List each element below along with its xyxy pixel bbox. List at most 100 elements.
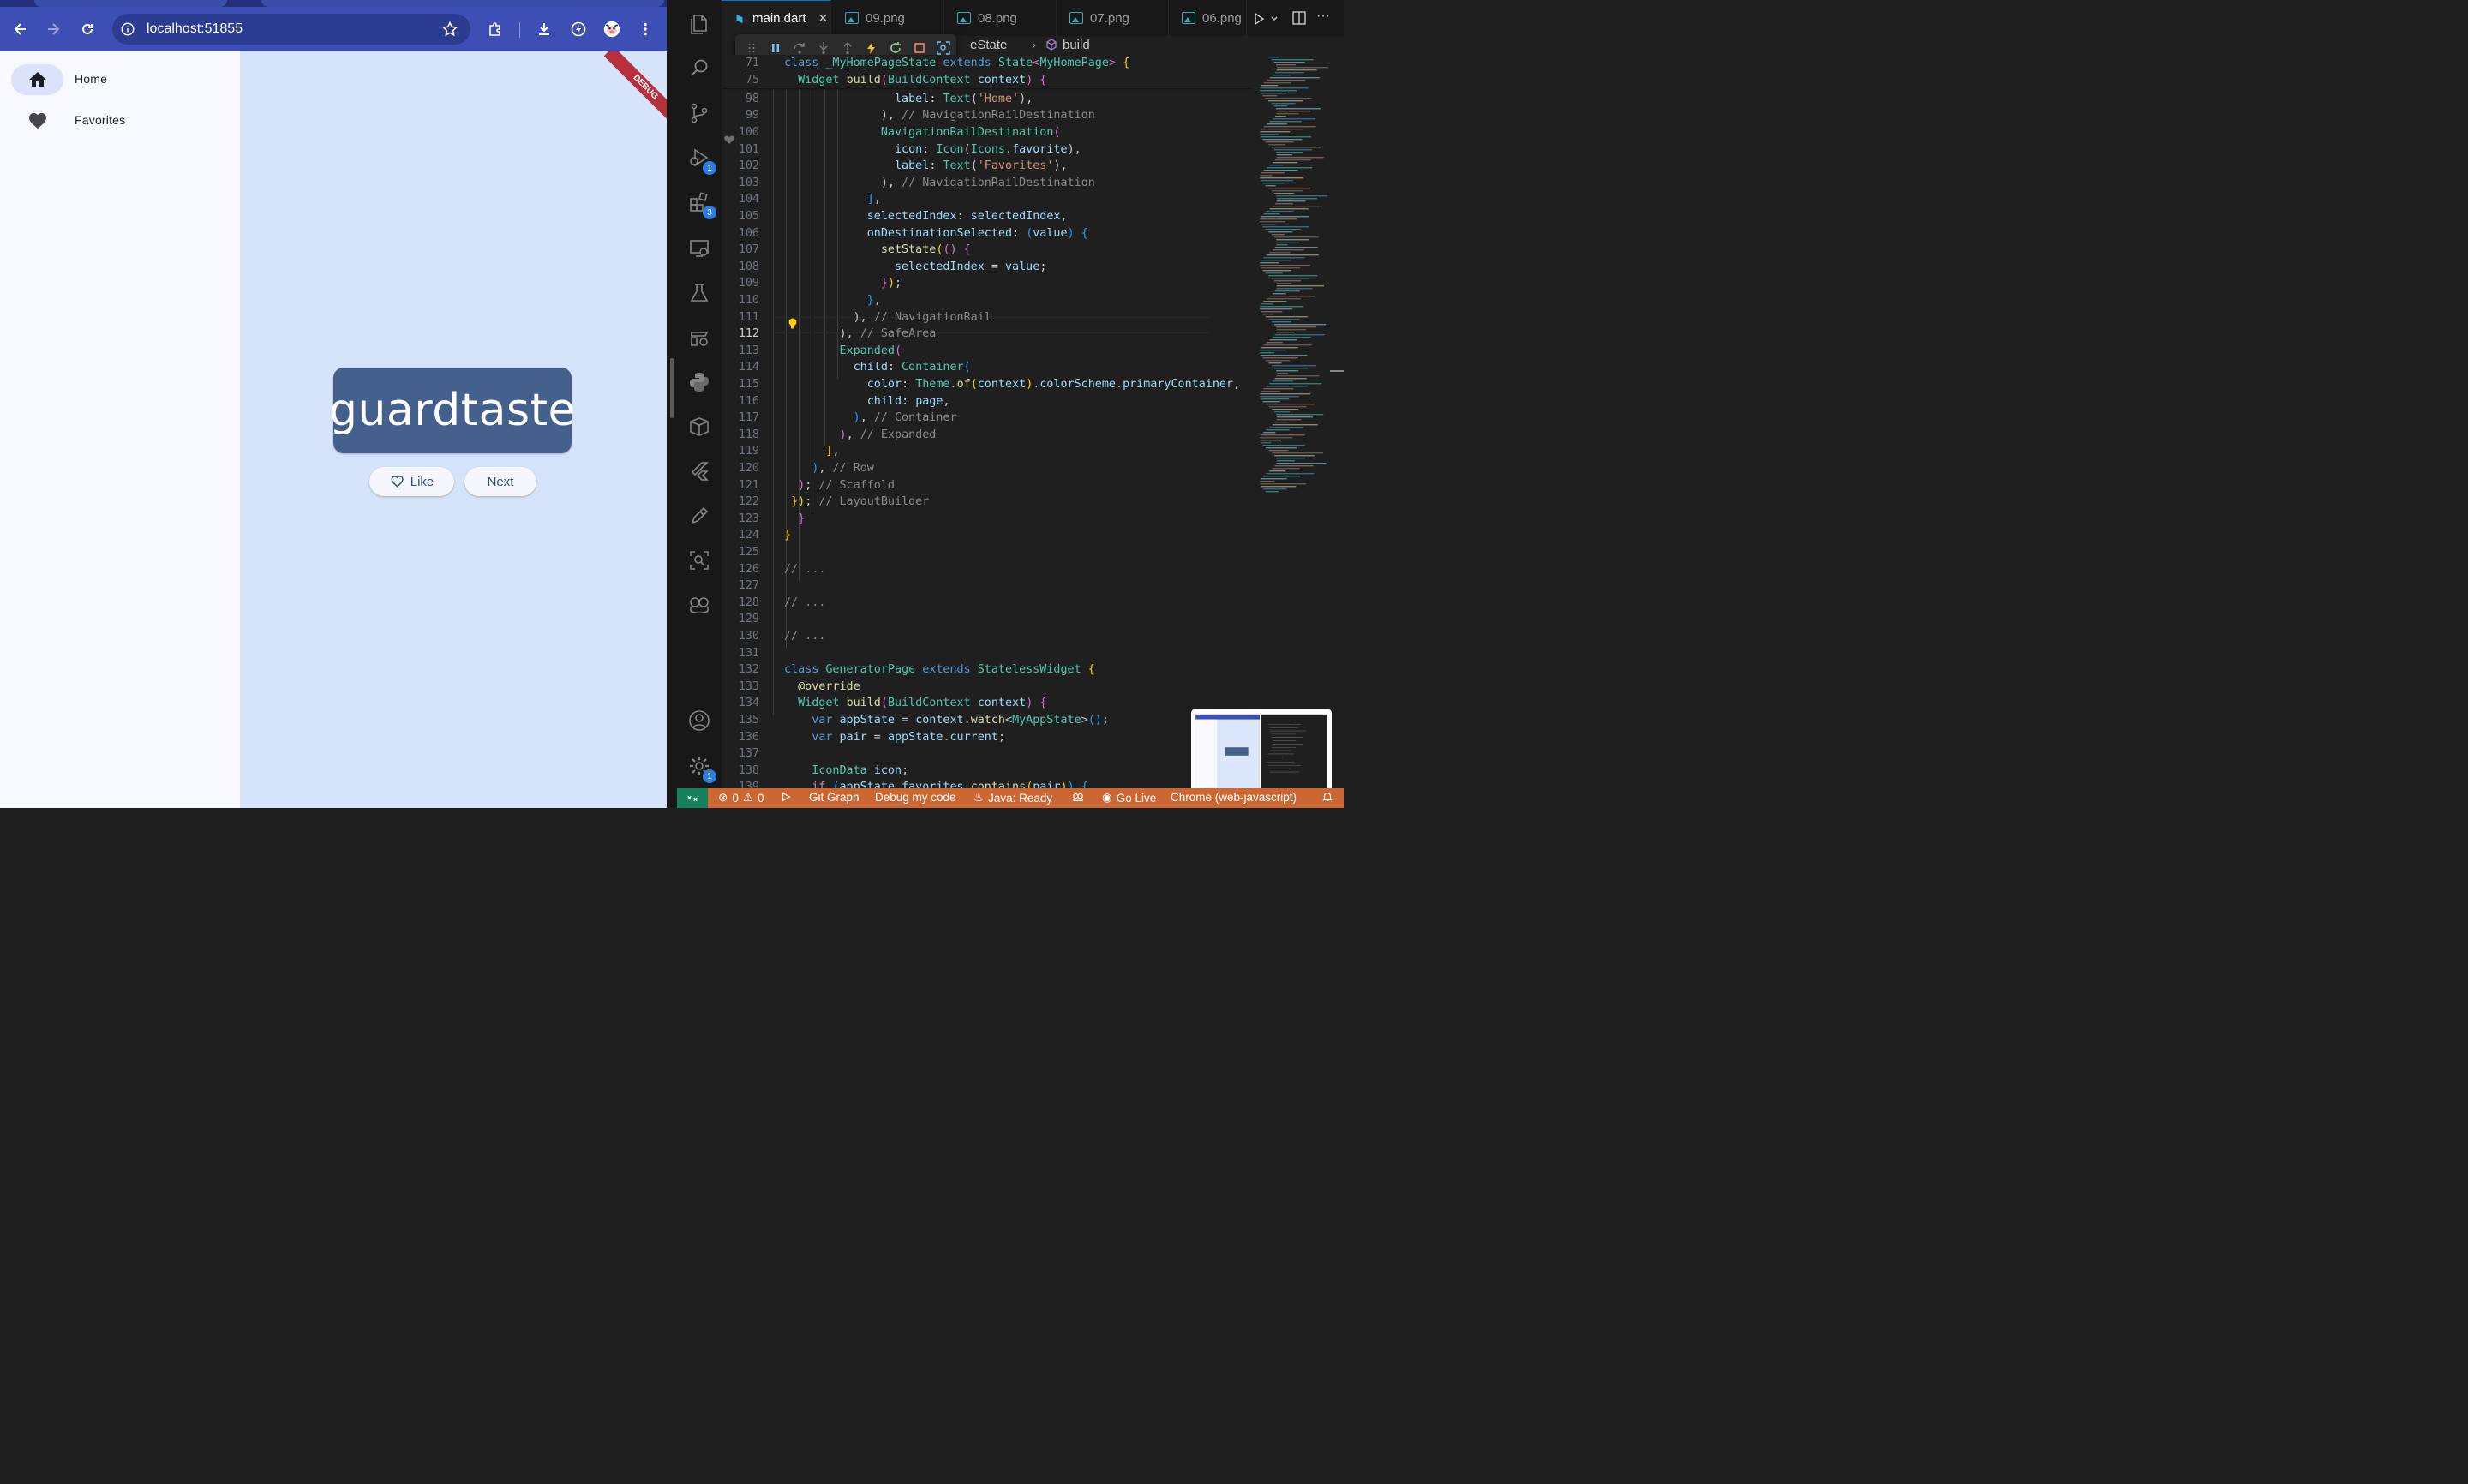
code-line[interactable]: 110 }, (722, 292, 1253, 309)
line-number[interactable]: 139 (722, 779, 759, 788)
line-number[interactable]: 115 (722, 376, 759, 393)
code-line[interactable]: 120 ), // Row (722, 460, 1253, 477)
breakpoint-heart-icon[interactable] (724, 135, 734, 145)
tab-08-png[interactable]: 08.png (945, 0, 1057, 36)
line-number[interactable]: 104 (722, 191, 759, 208)
code-line[interactable]: 137 (722, 745, 1253, 763)
code-line[interactable]: 103 ), // NavigationRailDestination (722, 175, 1253, 192)
code-line[interactable]: 130 // ... (722, 628, 1253, 645)
explorer-icon[interactable] (687, 12, 711, 36)
go-live-status[interactable]: ◉ Go Live (1102, 791, 1156, 805)
line-number[interactable]: 126 (722, 561, 759, 578)
line-number[interactable]: 133 (722, 679, 759, 696)
tab-06-png[interactable]: 06.png (1170, 0, 1247, 36)
line-number[interactable]: 108 (722, 259, 759, 276)
code-line[interactable]: 134 Widget build(BuildContext context) { (722, 695, 1253, 712)
code-line[interactable]: 131 (722, 645, 1253, 662)
line-number[interactable]: 110 (722, 292, 759, 309)
code-line[interactable]: 136 var pair = appState.current; (722, 729, 1253, 746)
like-button[interactable]: Like (369, 467, 454, 496)
code-line[interactable]: 127 (722, 577, 1253, 595)
run-dropdown-button[interactable] (1253, 10, 1280, 27)
lightbulb-icon[interactable] (787, 317, 799, 331)
source-control-icon[interactable] (687, 101, 711, 125)
notifications-bell-icon[interactable] (1321, 791, 1333, 803)
next-button[interactable]: Next (464, 467, 536, 496)
line-number[interactable]: 124 (722, 527, 759, 544)
tab-07-png[interactable]: 07.png (1057, 0, 1169, 36)
screenshot-preview-thumbnail[interactable] (1191, 709, 1332, 795)
minimap[interactable] (1256, 55, 1333, 788)
code-line[interactable]: 111 ), // NavigationRail (722, 309, 1253, 326)
profile-avatar[interactable] (598, 15, 626, 43)
browser-tab[interactable] (34, 0, 227, 7)
line-number[interactable]: 105 (722, 208, 759, 225)
bookmark-star-icon[interactable] (441, 21, 458, 38)
code-line[interactable]: 99 ), // NavigationRailDestination (722, 107, 1253, 124)
code-line[interactable]: 100 NavigationRailDestination( (722, 124, 1253, 141)
code-line[interactable]: 121 ); // Scaffold (722, 477, 1253, 494)
line-number[interactable]: 117 (722, 410, 759, 427)
address-bar[interactable]: localhost:51855 (112, 14, 470, 45)
package-icon[interactable] (687, 415, 711, 439)
code-line[interactable]: 75 Widget build(BuildContext context) { (722, 71, 1253, 89)
line-number[interactable]: 106 (722, 225, 759, 242)
line-number[interactable]: 71 (722, 55, 759, 72)
code-line[interactable]: 113 Expanded( (722, 343, 1253, 360)
search-icon[interactable] (687, 57, 711, 81)
line-number[interactable]: 131 (722, 645, 759, 662)
remote-explorer-icon[interactable] (687, 236, 711, 260)
python-icon[interactable] (687, 370, 711, 394)
breadcrumb-member[interactable]: build (1063, 38, 1090, 52)
split-editor-icon[interactable] (1291, 10, 1307, 26)
browser-tab[interactable] (261, 0, 664, 7)
line-number[interactable]: 120 (722, 460, 759, 477)
line-number[interactable]: 130 (722, 628, 759, 645)
debug-config-status[interactable]: Debug my code (875, 791, 956, 804)
line-number[interactable]: 102 (722, 158, 759, 175)
edit-pen-icon[interactable] (687, 504, 711, 528)
line-number[interactable]: 116 (722, 393, 759, 410)
line-number[interactable]: 137 (722, 745, 759, 763)
nav-item-home[interactable]: Home (0, 64, 240, 99)
line-number[interactable]: 128 (722, 595, 759, 612)
site-info-icon[interactable] (119, 21, 136, 38)
tab-main-dart[interactable]: main.dart ✕ (722, 0, 831, 36)
code-line[interactable]: 128 // ... (722, 595, 1253, 612)
code-line[interactable]: 107 setState(() { (722, 242, 1253, 259)
line-number[interactable]: 135 (722, 712, 759, 729)
code-line[interactable]: 116 child: page, (722, 393, 1253, 410)
browser-menu-button[interactable] (632, 15, 659, 43)
nav-item-favorites[interactable]: Favorites (0, 105, 240, 140)
line-number[interactable]: 132 (722, 661, 759, 679)
git-graph-status[interactable]: Git Graph (809, 791, 860, 804)
testing-icon[interactable] (687, 281, 711, 305)
code-line[interactable]: 129 (722, 611, 1253, 628)
code-line[interactable]: 104 ], (722, 191, 1253, 208)
line-number[interactable]: 98 (722, 91, 759, 108)
back-button[interactable] (7, 15, 34, 43)
device-status[interactable]: Chrome (web-javascript) (1171, 791, 1297, 804)
debug-launch-icon[interactable] (780, 791, 792, 803)
line-number[interactable]: 113 (722, 343, 759, 360)
split-handle[interactable] (670, 358, 674, 418)
code-line[interactable]: 118 ), // Expanded (722, 427, 1253, 444)
code-line[interactable]: 98 label: Text('Home'), (722, 91, 1253, 108)
breadcrumb-class[interactable]: eState (970, 38, 1007, 52)
code-line[interactable]: 135 var appState = context.watch<MyAppSt… (722, 712, 1253, 729)
code-line[interactable]: 119 ], (722, 443, 1253, 460)
line-number[interactable]: 118 (722, 427, 759, 444)
settings-gear-icon[interactable]: 1 (687, 754, 716, 783)
code-line[interactable]: 114 child: Container( (722, 359, 1253, 376)
line-number[interactable]: 125 (722, 544, 759, 561)
reload-button[interactable] (74, 15, 101, 43)
line-number[interactable]: 134 (722, 695, 759, 712)
line-number[interactable]: 103 (722, 175, 759, 192)
code-line[interactable]: 138 IconData icon; (722, 763, 1253, 780)
code-line[interactable]: 125 (722, 544, 1253, 561)
tab-09-png[interactable]: 09.png (833, 0, 944, 36)
problems-status[interactable]: ⊗ 0 ⚠ 0 (718, 791, 764, 805)
copilot-status-icon[interactable] (1071, 791, 1085, 803)
line-number[interactable]: 123 (722, 511, 759, 528)
line-number[interactable]: 121 (722, 477, 759, 494)
